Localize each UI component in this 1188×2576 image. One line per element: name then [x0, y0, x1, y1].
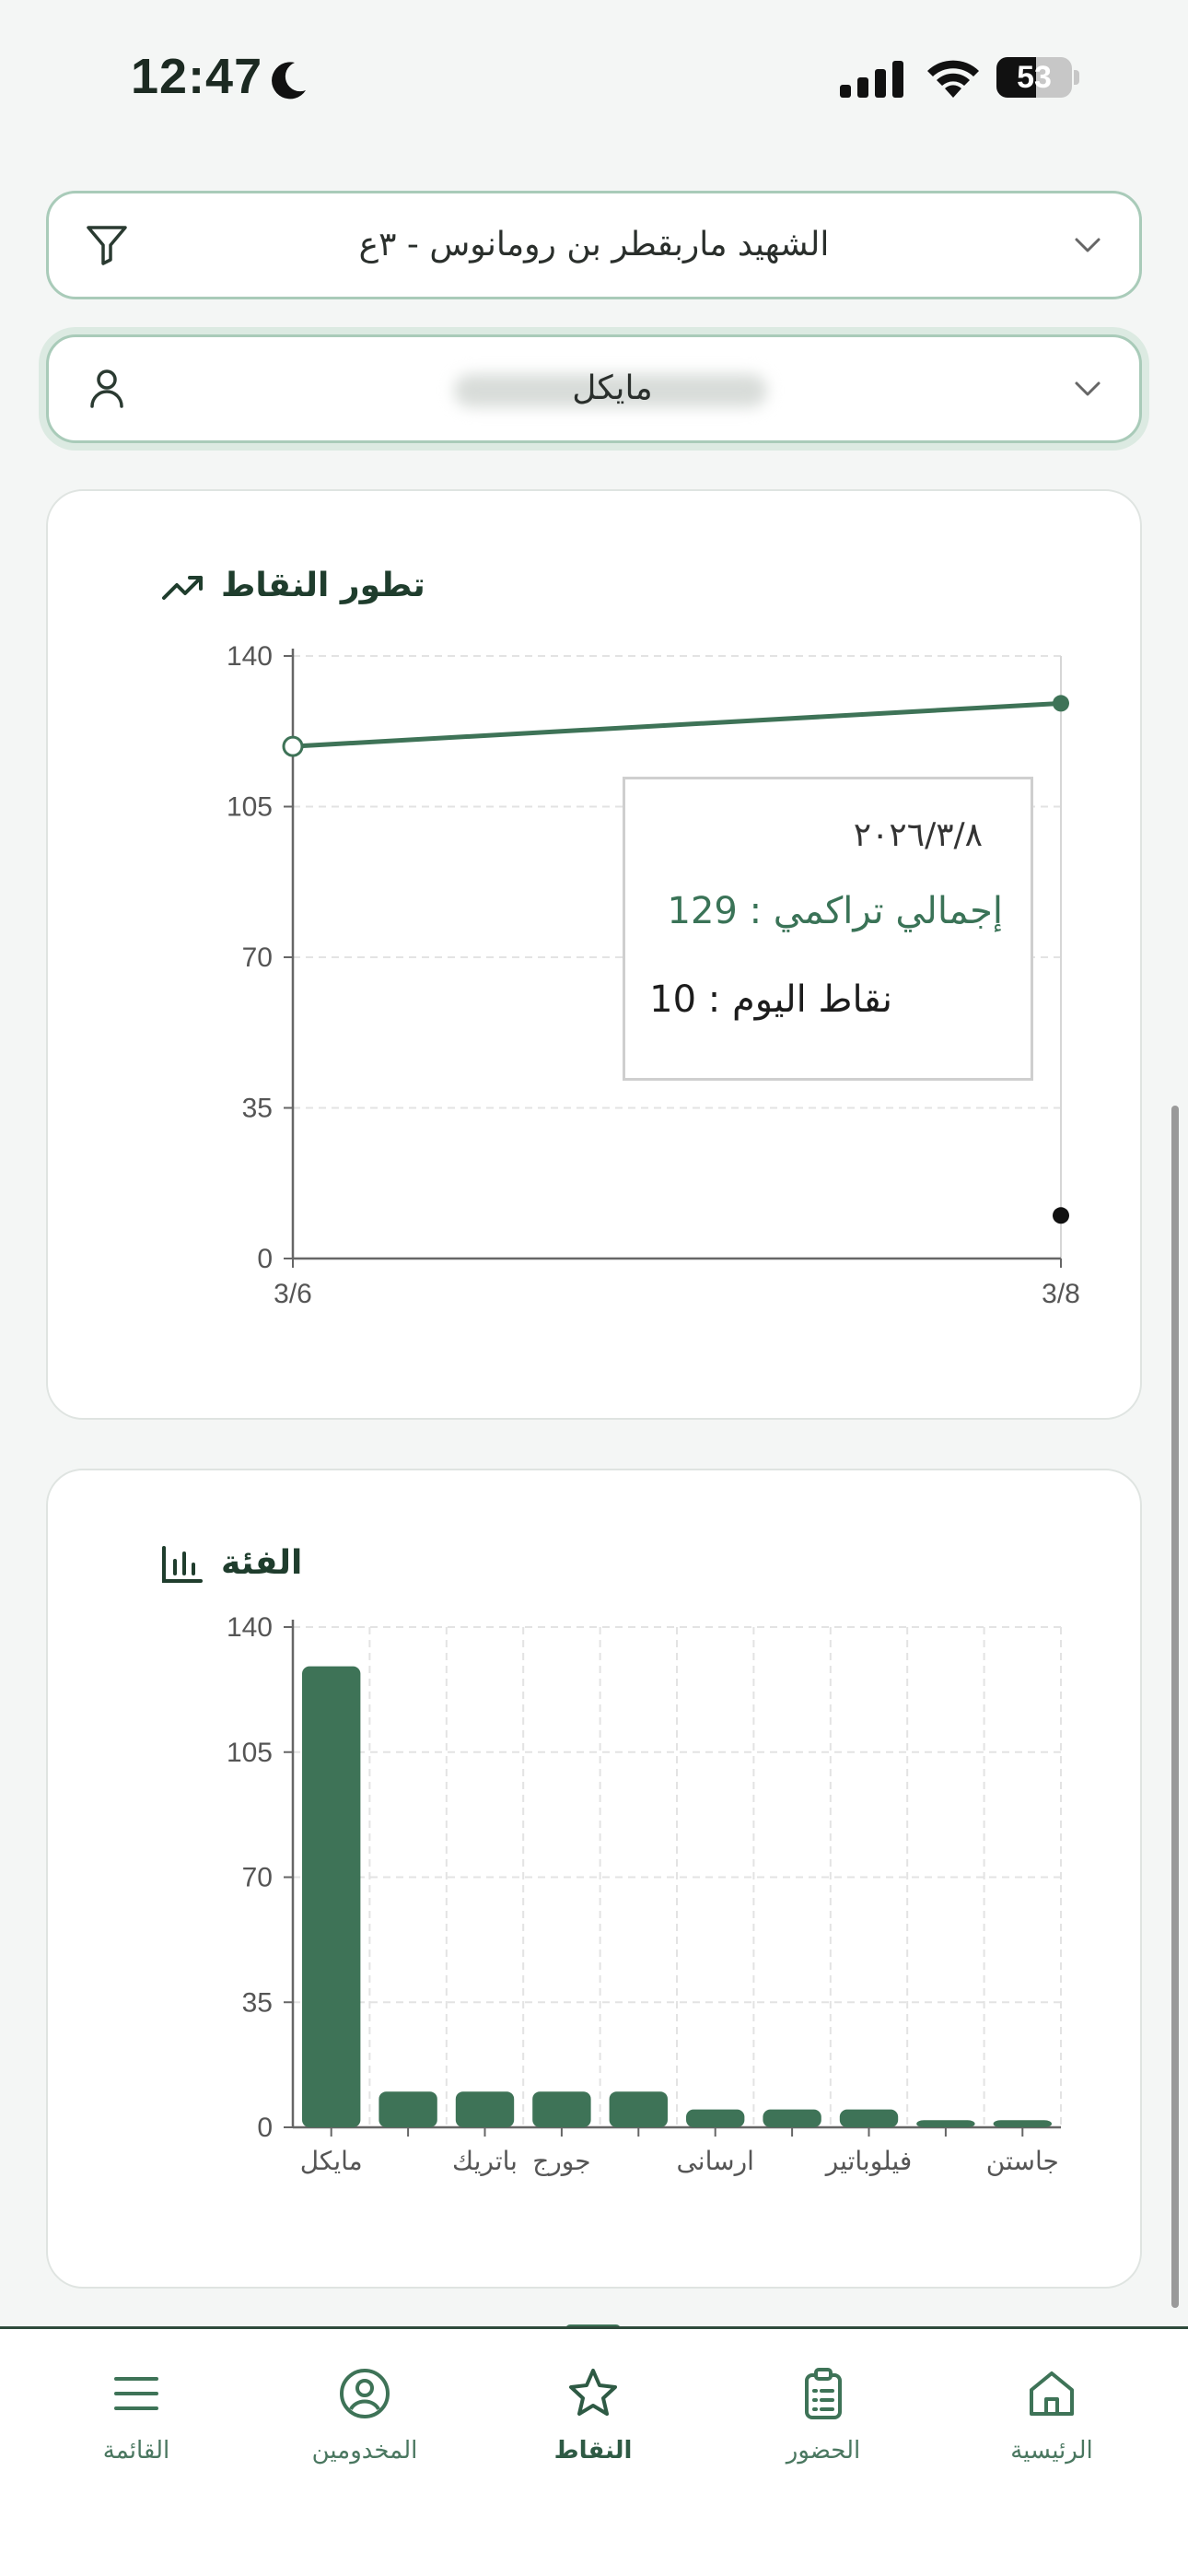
bar — [686, 2109, 745, 2127]
nav-points-label: النقاط — [553, 2437, 633, 2465]
category-label: باتريك — [452, 2146, 518, 2176]
bar — [916, 2120, 975, 2127]
bar — [993, 2120, 1052, 2127]
category-bar-chart: 0 35 70 105 140 مايكل باتريك جورج ارسانى فيلوباتي… — [227, 1612, 1062, 2177]
nav-served-label: المخدومين — [311, 2437, 418, 2465]
bar — [302, 1666, 361, 2127]
bar — [763, 2109, 821, 2127]
y-tick-label: 0 — [257, 2113, 273, 2143]
category-label: جورج — [532, 2146, 590, 2177]
nav-home[interactable]: الرئيسية — [960, 2329, 1144, 2467]
bar — [379, 2091, 437, 2127]
y-tick-label: 105 — [227, 1738, 273, 1768]
category-label: فيلوباتير — [824, 2146, 913, 2176]
category-label: جاستن — [986, 2146, 1059, 2176]
nav-attendance-label: الحضور — [786, 2437, 861, 2465]
bar — [609, 2091, 668, 2127]
nav-menu-label: القائمة — [102, 2437, 170, 2465]
y-tick-label: 70 — [242, 1863, 273, 1893]
y-tick-label: 140 — [227, 1612, 273, 1643]
clipboard-icon — [805, 2368, 842, 2419]
bar — [455, 2091, 515, 2127]
star-icon — [569, 2369, 617, 2416]
bar — [839, 2109, 899, 2127]
user-circle-icon — [340, 2369, 390, 2418]
home-icon — [1030, 2371, 1074, 2416]
nav-points[interactable]: النقاط — [501, 2329, 685, 2467]
scrollbar[interactable] — [1171, 1106, 1179, 2308]
bar — [532, 2091, 591, 2127]
category-label: مايكل — [300, 2146, 363, 2176]
nav-menu[interactable]: القائمة — [44, 2329, 228, 2467]
nav-served[interactable]: المخدومين — [273, 2329, 457, 2467]
menu-icon — [114, 2377, 158, 2410]
nav-home-label: الرئيسية — [1010, 2437, 1093, 2465]
category-label: ارسانى — [676, 2146, 753, 2176]
nav-attendance[interactable]: الحضور — [731, 2329, 915, 2467]
bottom-navigation: القائمة المخدومين النقاط الحضور الرئيسية — [0, 2326, 1188, 2576]
y-tick-label: 35 — [242, 1987, 273, 2018]
